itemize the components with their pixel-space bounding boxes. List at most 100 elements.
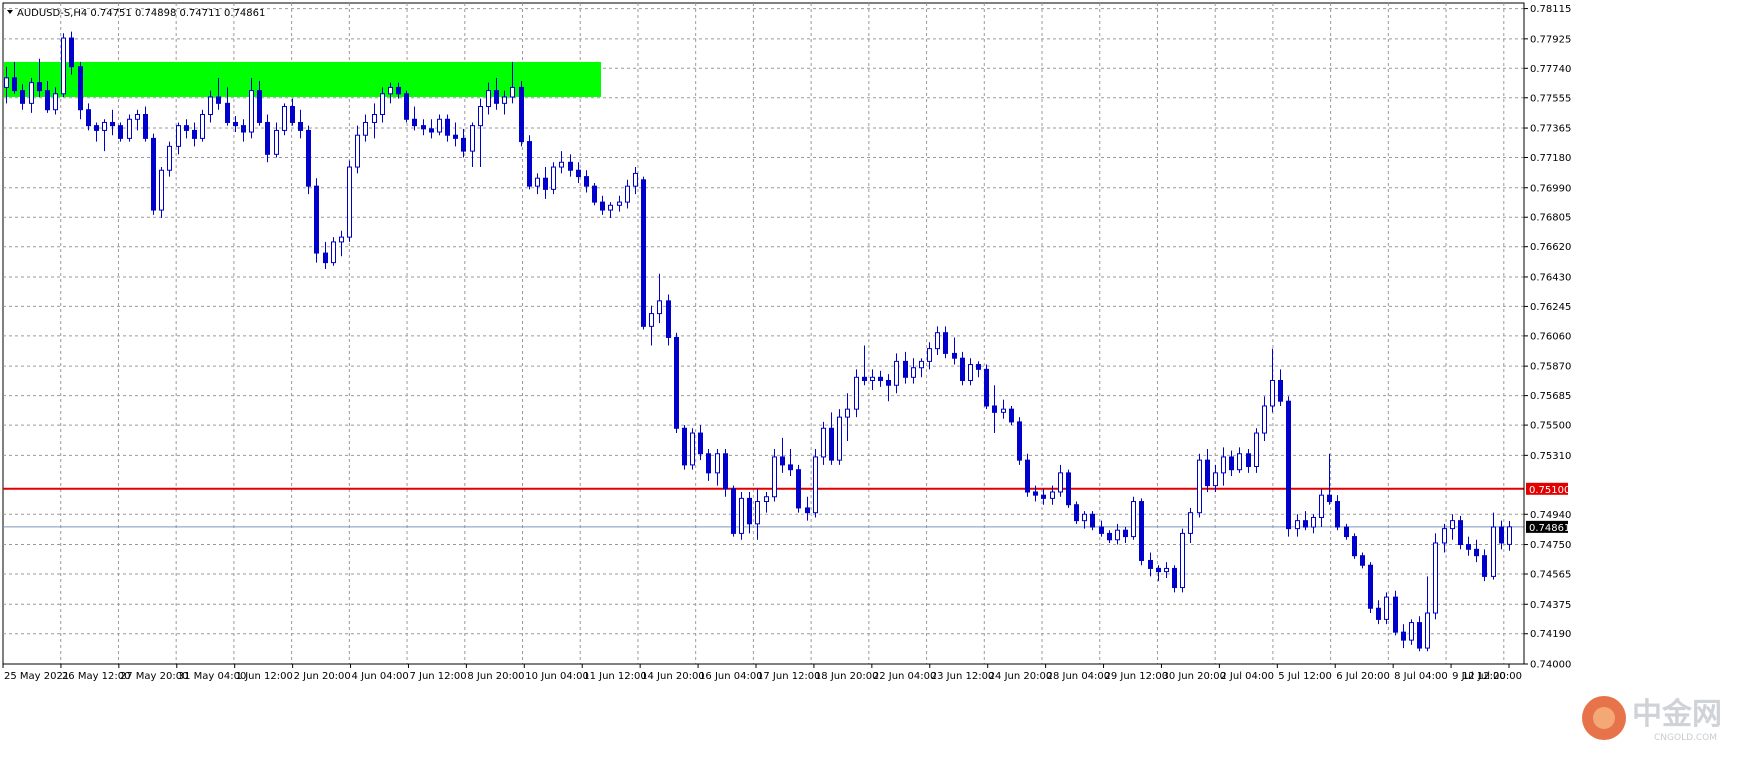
candle[interactable] (592, 182, 597, 206)
candle[interactable] (1131, 496, 1136, 540)
candle[interactable] (731, 485, 736, 537)
candle-body-bear (192, 129, 197, 139)
candle[interactable] (1254, 428, 1259, 473)
candle-body-bull (437, 118, 442, 133)
candle-body-bear (960, 357, 965, 381)
candle[interactable] (666, 294, 671, 346)
candle-body-bull (380, 93, 385, 115)
candle[interactable] (306, 125, 311, 195)
candle[interactable] (347, 160, 352, 242)
candle[interactable] (772, 448, 777, 502)
candle-body-bull (837, 416, 842, 461)
candle-body-bull (1131, 501, 1136, 538)
candle-body-bear (453, 134, 458, 139)
candle-body-bull (249, 90, 254, 133)
candle[interactable] (551, 162, 556, 195)
candle[interactable] (61, 33, 66, 97)
price-tick-label: 0.76060 (1530, 331, 1571, 342)
current-price-label: 0.74861 (1529, 523, 1570, 534)
price-chart[interactable]: 0.78115 0.77925 0.77740 0.77555 0.77365 0.771… (0, 0, 1740, 766)
candle-body-bear (1352, 536, 1357, 557)
candle-body-bear (1368, 564, 1373, 609)
candle-body-bear (862, 376, 867, 381)
candle-body-bear (952, 352, 957, 359)
candle-body-bull (470, 125, 475, 152)
candle[interactable] (1286, 396, 1291, 537)
candle-body-bear (543, 177, 548, 190)
candle[interactable] (1458, 515, 1463, 550)
candle-body-bull (159, 169, 164, 211)
candle-body-bull (274, 129, 279, 155)
candle[interactable] (837, 409, 842, 465)
candle-body-bear (94, 125, 99, 131)
candle[interactable] (527, 135, 532, 190)
candle[interactable] (1368, 562, 1373, 614)
candle[interactable] (984, 364, 989, 410)
candle[interactable] (1139, 498, 1144, 566)
candle-body-bear (1376, 607, 1381, 620)
candle-body-bull (1319, 494, 1324, 518)
candle[interactable] (682, 425, 687, 470)
candle-body-bear (110, 121, 115, 127)
candle-body-bear (412, 118, 417, 127)
candle-body-bear (600, 201, 605, 211)
candle-body-bear (461, 137, 466, 152)
time-tick-label: 7 Jun 12:00 (409, 671, 466, 682)
candle[interactable] (1384, 592, 1389, 625)
candle[interactable] (314, 178, 319, 263)
candle[interactable] (519, 81, 524, 147)
candle[interactable] (1074, 501, 1079, 524)
candle-body-bull (1254, 432, 1259, 467)
time-tick-label: 8 Jul 04:00 (1394, 671, 1448, 682)
candle-body-bear (184, 125, 189, 131)
time-tick-label: 28 Jun 04:00 (1047, 671, 1111, 682)
price-tick-label: 0.76990 (1530, 183, 1571, 194)
candle[interactable] (1393, 590, 1398, 636)
candle[interactable] (796, 464, 801, 513)
candle-body-bear (731, 488, 736, 534)
candle[interactable] (1066, 469, 1071, 508)
candle[interactable] (813, 448, 818, 518)
candle-body-bear (568, 161, 573, 171)
candle-body-bull (1433, 542, 1438, 614)
candle-body-bull (510, 86, 515, 98)
candle[interactable] (674, 332, 679, 434)
candle-body-bear (1009, 408, 1014, 423)
candle[interactable] (1197, 453, 1202, 518)
candle[interactable] (159, 167, 164, 219)
candle-body-bull (1082, 513, 1087, 522)
candle-body-bull (1425, 612, 1430, 649)
candle-body-bear (584, 176, 589, 187)
candle[interactable] (282, 103, 287, 136)
price-tick-label: 0.75685 (1530, 391, 1571, 402)
candle-body-bear (674, 336, 679, 429)
candle[interactable] (1017, 417, 1022, 465)
candle[interactable] (1025, 453, 1030, 497)
candle[interactable] (151, 133, 156, 215)
candle[interactable] (690, 428, 695, 470)
candle-body-bear (698, 432, 703, 455)
time-tick-label: 10 Jun 04:00 (525, 671, 589, 682)
candle[interactable] (739, 491, 744, 540)
candle[interactable] (331, 237, 336, 266)
candle[interactable] (641, 176, 646, 330)
candle[interactable] (1433, 533, 1438, 620)
candle[interactable] (1352, 533, 1357, 559)
candle[interactable] (1090, 511, 1095, 531)
price-tick-label: 0.75870 (1530, 362, 1571, 373)
candle[interactable] (200, 109, 205, 142)
price-tick-label: 0.76620 (1530, 242, 1571, 253)
candle-body-bear (682, 427, 687, 466)
candle[interactable] (118, 122, 123, 142)
candle[interactable] (1180, 528, 1185, 593)
price-tick-label: 0.76430 (1530, 272, 1571, 283)
candle[interactable] (404, 90, 409, 123)
candle-body-bear (1327, 494, 1332, 503)
time-tick-label: 2 Jul 04:00 (1220, 671, 1274, 682)
candle-body-bull (870, 376, 875, 381)
time-tick-label: 18 Jun 20:00 (815, 671, 879, 682)
candle-body-bear (805, 507, 810, 514)
candle-body-bear (1041, 494, 1046, 499)
plot-area[interactable] (2, 2, 1525, 665)
candle[interactable] (1009, 405, 1014, 426)
